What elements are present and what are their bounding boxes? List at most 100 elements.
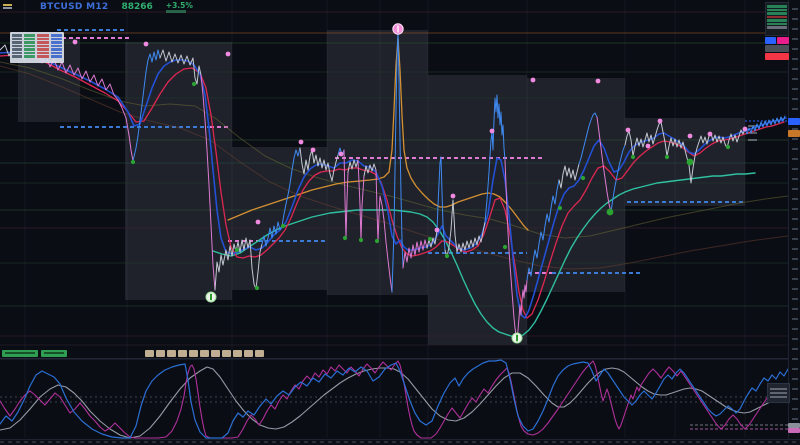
session-stat-badge — [41, 350, 67, 357]
session-range-box — [527, 78, 625, 292]
axis-badge-red — [765, 53, 789, 60]
legend-menu-icon[interactable] — [3, 4, 12, 10]
pane-separator — [0, 358, 800, 360]
change-percent: +3.5% — [165, 1, 193, 10]
top-right-stats-row — [767, 22, 787, 25]
price-axis-tick — [792, 288, 798, 290]
symbol-title[interactable]: BTCUSD M12 — [40, 2, 108, 12]
price-axis-tick — [792, 338, 798, 340]
session-range-box — [232, 147, 327, 290]
price-axis-tick — [792, 378, 798, 380]
osc-blue-line — [0, 359, 797, 439]
swing-low-dot — [358, 237, 364, 243]
swing-low-dot — [130, 159, 136, 165]
change-subtext-bar — [165, 10, 186, 13]
swing-low-dot — [725, 144, 731, 150]
axis-badge-last-price — [788, 118, 800, 125]
swing-low-dot — [444, 253, 450, 259]
price-axis-scale[interactable] — [788, 0, 800, 439]
swing-high-dot — [143, 41, 149, 47]
axis-badge-orange-level — [788, 130, 800, 137]
session-range-box — [625, 118, 745, 206]
price-axis-tick — [792, 188, 798, 190]
swing-high-dot — [687, 133, 693, 139]
mini-stats-row — [12, 44, 63, 47]
price-axis-tick — [792, 248, 798, 250]
price-axis-tick — [792, 328, 798, 330]
time-axis-scale[interactable] — [0, 439, 800, 445]
axis-badge-magenta — [777, 37, 789, 44]
swing-high-dot — [338, 151, 344, 157]
price-axis-tick — [792, 38, 798, 40]
top-right-stats-row — [767, 12, 787, 15]
price-axis-tick — [792, 238, 798, 240]
spike-top-marker-glyph — [397, 25, 399, 33]
marker-icon-cell — [200, 350, 209, 357]
swing-low-dot — [254, 285, 260, 291]
oscillator-values-panel — [767, 383, 790, 403]
osc-gray-line — [0, 366, 789, 439]
marker-icon-cell — [167, 350, 176, 357]
price-axis-tick — [792, 98, 798, 100]
price-axis-tick — [792, 138, 798, 140]
swing-high-dot — [489, 128, 495, 134]
swing-high-dot — [225, 51, 231, 57]
mini-stats-table — [10, 32, 64, 63]
top-right-stats-row — [767, 19, 787, 22]
swing-high-dot — [310, 147, 316, 153]
swing-low-dot — [630, 154, 636, 160]
swing-low-dot — [191, 81, 197, 87]
entry-event-glyph — [516, 334, 518, 342]
top-right-stats-row — [767, 15, 787, 18]
price-axis-tick — [792, 408, 798, 410]
osc-magenta-line — [0, 360, 798, 439]
price-axis-tick — [792, 308, 798, 310]
swing-high-dot — [434, 227, 440, 233]
price-axis-tick — [792, 48, 798, 50]
swing-low-dot — [664, 154, 670, 160]
marker-icon-cell — [244, 350, 253, 357]
price-axis-tick — [792, 358, 798, 360]
price-axis-tick — [792, 8, 798, 10]
mini-stats-row — [12, 34, 63, 37]
price-axis-tick — [792, 368, 798, 370]
swing-high-dot — [72, 39, 78, 45]
price-axis-tick — [792, 58, 798, 60]
swing-low-dot — [234, 247, 240, 253]
price-axis-tick — [792, 178, 798, 180]
top-right-stats-row — [767, 26, 787, 29]
price-axis-tick — [792, 268, 798, 270]
swing-high-dot — [742, 126, 748, 132]
price-axis-tick — [792, 148, 798, 150]
price-axis-tick — [792, 198, 798, 200]
swing-high-dot — [530, 77, 536, 83]
price-axis-tick — [792, 108, 798, 110]
axis-badge-gray — [765, 45, 789, 52]
symbol-legend: BTCUSD M12 88266 +3.5% — [40, 2, 193, 13]
mini-stats-row — [12, 48, 63, 51]
marker-icon-cell — [222, 350, 231, 357]
last-price-value: 88266 — [121, 2, 153, 12]
price-axis-tick — [792, 28, 798, 30]
marker-icon-cell — [233, 350, 242, 357]
session-range-box — [125, 42, 232, 300]
swing-high-dot — [625, 127, 631, 133]
price-axis-tick — [792, 78, 798, 80]
swing-high-dot — [450, 193, 456, 199]
swing-high-dot — [657, 118, 663, 124]
price-axis-tick — [792, 208, 798, 210]
swing-high-dot — [645, 143, 651, 149]
price-axis-tick — [792, 298, 798, 300]
price-axis-tick — [792, 68, 798, 70]
trading-chart-window: BTCUSD M12 88266 +3.5% — [0, 0, 800, 445]
footer-badge-strip — [0, 350, 788, 358]
entry-event-glyph — [210, 293, 212, 301]
price-axis-tick — [792, 258, 798, 260]
top-right-stats-row — [767, 5, 787, 8]
top-right-stats-table — [765, 2, 789, 36]
price-and-oscillator-canvas[interactable] — [0, 0, 800, 439]
marker-icon-cell — [189, 350, 198, 357]
swing-high-dot — [595, 78, 601, 84]
swing-high-dot — [707, 131, 713, 137]
swing-high-dot — [298, 139, 304, 145]
